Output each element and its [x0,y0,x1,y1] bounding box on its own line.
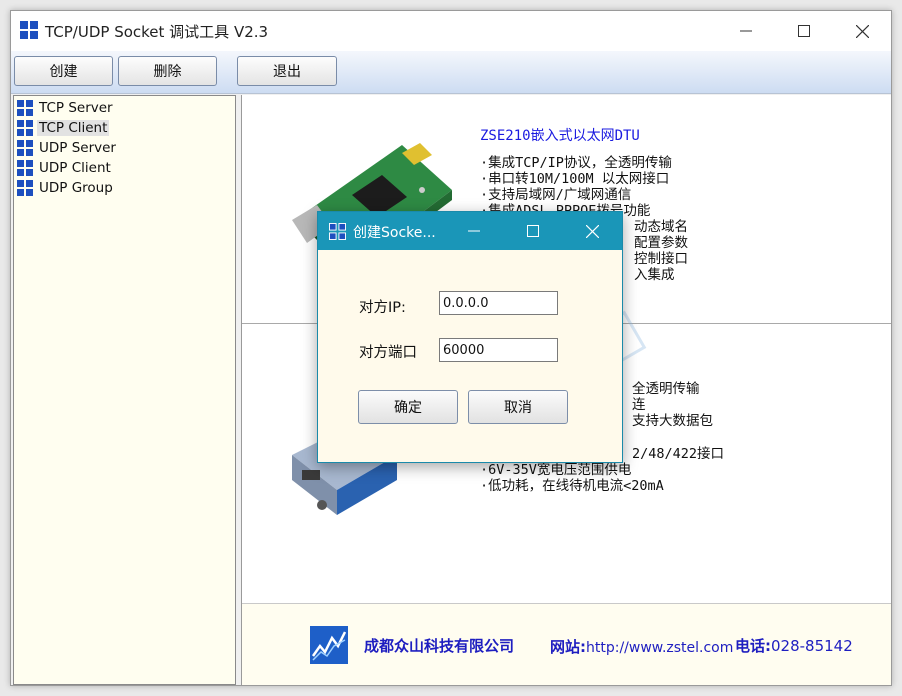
dialog-maximize-button[interactable] [508,212,558,250]
grid-node-icon [17,180,33,196]
title-bar[interactable]: TCP/UDP Socket 调试工具 V2.3 [11,11,891,51]
exit-button[interactable]: 退出 [237,56,337,86]
website-label: 网站: [550,638,586,656]
product2-feature: 2/48/422接口 [632,446,725,462]
maximize-icon [527,225,539,237]
tree-item-label: TCP Client [37,120,110,136]
dialog-title: 创建Socke... [353,225,436,241]
tree-item-udp-server[interactable]: UDP Server [17,138,118,158]
product2-feature: 全透明传输 [632,381,700,397]
company-logo-icon [310,626,348,664]
company-phone: 电话:028-85142 [735,635,853,656]
company-name: 成都众山科技有限公司 [364,637,515,655]
website-url: http://www.zstel.com [586,640,734,656]
app-grid-icon [329,223,346,240]
tree-item-udp-client[interactable]: UDP Client [17,158,113,178]
minimize-icon [740,30,752,32]
product2-feature: 支持大数据包 [632,413,713,429]
grid-node-icon [17,100,33,116]
phone-number: 028-85142 [771,637,853,655]
close-icon [585,224,599,238]
maximize-icon [798,25,810,37]
product1-feature: 动态域名 [634,219,688,235]
grid-node-icon [17,140,33,156]
grid-node-icon [17,160,33,176]
window-title: TCP/UDP Socket 调试工具 V2.3 [45,23,269,41]
create-socket-dialog: 创建Socke... 对方IP: 对方端口 确定 取消 [317,211,623,463]
tree-item-label: TCP Server [39,100,113,116]
close-button[interactable] [833,11,891,51]
create-button[interactable]: 创建 [14,56,113,86]
dialog-title-bar[interactable]: 创建Socke... [318,212,622,250]
company-website[interactable]: 网站:http://www.zstel.com [550,636,733,657]
close-icon [855,24,869,38]
ip-input[interactable] [439,291,558,315]
product1-feature: ·支持局域网/广域网通信 [480,187,632,203]
tree-item-label: UDP Server [39,140,116,156]
product1-title: ZSE210嵌入式以太网DTU [480,128,640,144]
tree-item-label: UDP Group [39,180,113,196]
cancel-button[interactable]: 取消 [468,390,568,424]
product1-feature: ·串口转10M/100M 以太网接口 [480,171,670,187]
dialog-close-button[interactable] [567,212,617,250]
socket-tree[interactable]: TCP Server TCP Client UDP Server UDP Cli… [13,95,236,685]
port-input[interactable] [439,338,558,362]
ad-footer: 成都众山科技有限公司 网站:http://www.zstel.com 电话:02… [242,603,891,685]
tree-item-udp-group[interactable]: UDP Group [17,178,115,198]
product2-feature: ·6V-35V宽电压范围供电 [480,462,632,478]
product1-feature: 入集成 [634,267,675,283]
dialog-minimize-button[interactable] [449,212,499,250]
toolbar: 创建 删除 退出 [11,51,891,94]
tree-item-tcp-client[interactable]: TCP Client [17,118,110,138]
port-label: 对方端口 [359,345,417,361]
product1-feature: 控制接口 [634,251,688,267]
delete-button[interactable]: 删除 [118,56,217,86]
product1-feature: ·集成TCP/IP协议，全透明传输 [480,155,672,171]
tree-item-label: UDP Client [39,160,111,176]
ok-button[interactable]: 确定 [358,390,458,424]
phone-label: 电话: [735,637,771,655]
minimize-icon [468,230,480,232]
app-grid-icon [20,21,38,39]
product2-feature: ·低功耗，在线待机电流<20mA [480,478,664,494]
ip-label: 对方IP: [359,300,406,316]
minimize-button[interactable] [717,11,775,51]
product1-feature: 配置参数 [634,235,688,251]
grid-node-icon [17,120,33,136]
maximize-button[interactable] [775,11,833,51]
tree-item-tcp-server[interactable]: TCP Server [17,98,115,118]
product2-feature: 连 [632,397,646,413]
